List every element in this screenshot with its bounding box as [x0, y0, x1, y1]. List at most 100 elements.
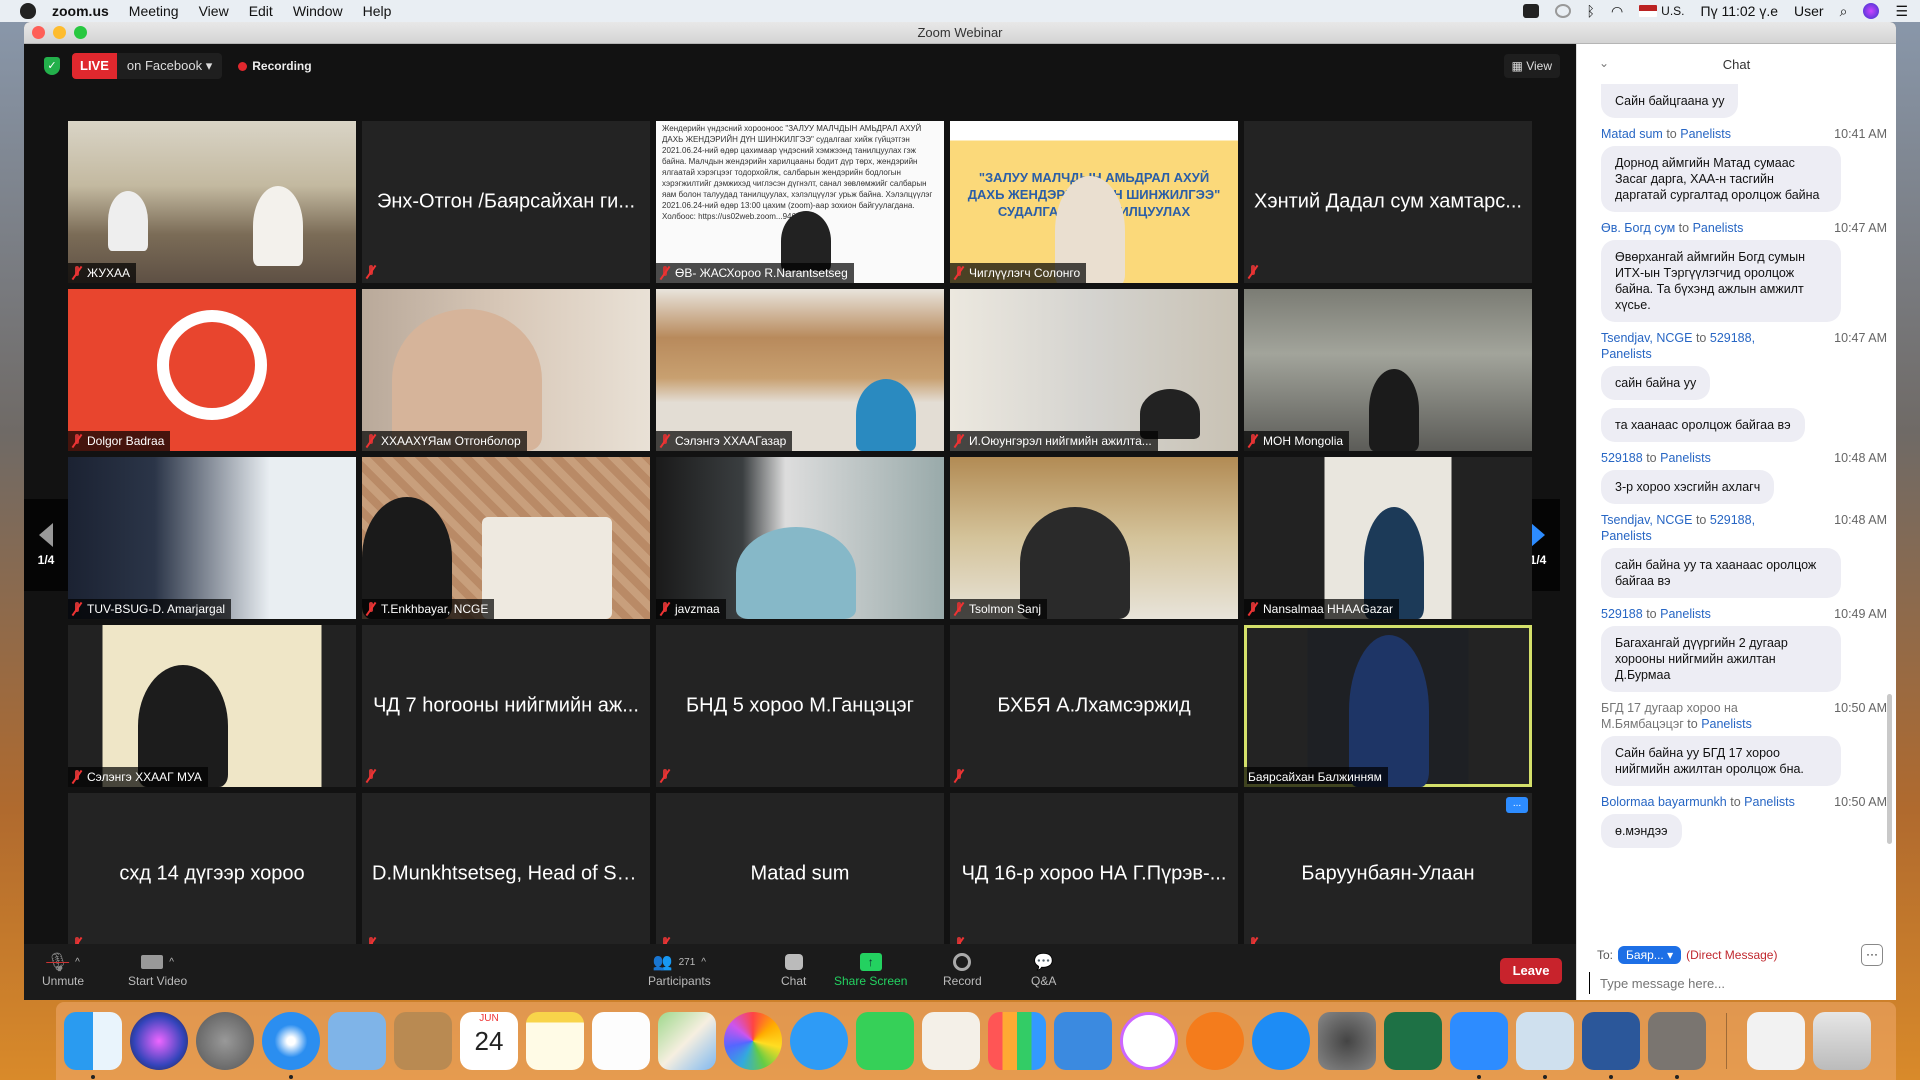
participant-tile[interactable]: javzmaa [656, 457, 944, 619]
participant-tile[interactable]: Сэлэнгэ ХХААГазар [656, 289, 944, 451]
qa-icon: 💬 [1033, 954, 1054, 971]
chat-label: Chat [781, 974, 807, 988]
wifi-icon[interactable]: ◠ [1611, 3, 1623, 20]
siri-icon[interactable] [130, 1012, 188, 1070]
excel-icon[interactable] [1384, 1012, 1442, 1070]
participants-options-caret[interactable]: ^ [701, 957, 706, 968]
participant-tile[interactable]: БНД 5 хороо М.Ганцэцэг [656, 625, 944, 787]
share-screen-button[interactable]: ↑ Share Screen [834, 950, 907, 988]
participant-tile[interactable]: ЧД 7 horooны нийгмийн аж... [362, 625, 650, 787]
participant-tile[interactable]: Matad sum [656, 793, 944, 955]
notes-icon[interactable] [526, 1012, 584, 1070]
user-menu[interactable]: User [1794, 3, 1824, 19]
zoom-tray-icon[interactable] [1522, 4, 1539, 18]
participant-tile[interactable]: Nansalmaa HHAAGazar [1244, 457, 1532, 619]
clock[interactable]: Пү 11:02 ү.е [1701, 3, 1779, 19]
creative-cloud-icon[interactable] [1554, 4, 1571, 18]
participant-tile[interactable]: Dolgor Badraa [68, 289, 356, 451]
chat-button[interactable]: Chat [781, 950, 806, 988]
zoom-icon[interactable] [1450, 1012, 1508, 1079]
participant-tile[interactable]: Tsolmon Sanj [950, 457, 1238, 619]
participant-tile[interactable]: T.Enkhbayar, NCGE [362, 457, 650, 619]
trash-icon[interactable] [1813, 1012, 1871, 1070]
chat-scrollbar[interactable] [1887, 694, 1892, 844]
calendar-icon[interactable]: JUN 24 [460, 1012, 518, 1070]
audio-options-caret[interactable]: ^ [75, 957, 80, 968]
messages-icon[interactable] [790, 1012, 848, 1070]
calculator-icon[interactable] [1648, 1012, 1706, 1079]
keynote-icon[interactable] [1054, 1012, 1112, 1070]
message-bubble: Багахангай дүүргийн 2 дугаар хорооны ний… [1601, 626, 1841, 692]
menu-app-name[interactable]: zoom.us [52, 3, 109, 19]
record-button[interactable]: Record [943, 950, 982, 988]
participant-tile[interactable]: Жендерийн үндэсний хорооноос "ЗАЛУУ МАЛЧ… [656, 121, 944, 283]
leave-button[interactable]: Leave [1500, 958, 1562, 984]
dock-separator [1726, 1013, 1727, 1069]
participant-tile[interactable]: И.Оюунгэрэл нийгмийн ажилта... [950, 289, 1238, 451]
numbers-icon[interactable] [988, 1012, 1046, 1070]
participant-tile[interactable]: Энх-Отгон /Баярсайхан ги... [362, 121, 650, 283]
chat-message-input[interactable] [1589, 972, 1879, 994]
bluetooth-icon[interactable]: ᛒ [1587, 3, 1595, 19]
participant-tile[interactable]: D.Munkhtsetseg, Head of So... [362, 793, 650, 955]
itunes-icon[interactable] [1120, 1012, 1178, 1070]
unmute-button[interactable]: 🎙 ^ Unmute [42, 950, 84, 989]
video-options-caret[interactable]: ^ [169, 957, 174, 968]
muted-mic-icon [954, 602, 964, 616]
menu-view[interactable]: View [199, 3, 229, 19]
participant-tile[interactable]: ЖУХАА [68, 121, 356, 283]
mail-icon[interactable] [328, 1012, 386, 1070]
chat-more-button[interactable]: ··· [1861, 944, 1883, 966]
finder-icon[interactable] [64, 1012, 122, 1079]
spotlight-search-icon[interactable]: ⌕ [1840, 3, 1848, 20]
contacts-icon[interactable] [394, 1012, 452, 1070]
zoom-window: Zoom Webinar ✓ LIVE on Facebook ▾ Record… [24, 22, 1896, 1000]
participant-tile[interactable]: МОН Mongolia [1244, 289, 1532, 451]
system-preferences-icon[interactable] [1318, 1012, 1376, 1070]
word-icon[interactable] [1582, 1012, 1640, 1079]
start-video-button[interactable]: ^ Start Video [128, 950, 187, 988]
recipient-dropdown[interactable]: Баяр... ▾ [1618, 946, 1682, 964]
previous-page-button[interactable]: 1/4 [24, 499, 68, 591]
chat-bubble-icon [784, 954, 803, 970]
menu-edit[interactable]: Edit [249, 3, 273, 19]
participant-tile[interactable]: ХХААХҮЯам Отгонболор [362, 289, 650, 451]
notification-center-icon[interactable]: ☰ [1895, 3, 1908, 20]
photos-icon[interactable] [724, 1012, 782, 1070]
participant-tile[interactable]: TUV-BSUG-D. Amarjargal [68, 457, 356, 619]
app-store-icon[interactable] [1252, 1012, 1310, 1070]
maps-icon[interactable] [658, 1012, 716, 1070]
participant-tile[interactable]: БХБЯ А.Лхамсэржид [950, 625, 1238, 787]
view-button[interactable]: ▦ View [1503, 54, 1560, 78]
participant-tile[interactable]: Хэнтий Дадал сум хамтарс... [1244, 121, 1532, 283]
facetime-icon[interactable] [856, 1012, 914, 1070]
more-options-button[interactable]: ... [1506, 797, 1528, 813]
menu-help[interactable]: Help [363, 3, 392, 19]
preview-icon[interactable] [1516, 1012, 1574, 1079]
participants-button[interactable]: 👥 271 ^ Participants [648, 950, 711, 988]
participant-name-label: Tsolmon Sanj [950, 599, 1048, 619]
reminders-icon[interactable] [592, 1012, 650, 1070]
participant-tile[interactable]: схд 14 дүгээр хороо [68, 793, 356, 955]
live-stream-dropdown[interactable]: LIVE on Facebook ▾ [72, 53, 223, 79]
safari-icon[interactable] [262, 1012, 320, 1079]
menu-window[interactable]: Window [293, 3, 343, 19]
siri-icon[interactable] [1863, 3, 1880, 19]
message-bubble: сайн байна уу [1601, 366, 1711, 400]
downloads-stack-icon[interactable] [1747, 1012, 1805, 1070]
participant-tile[interactable]: ЧД 16-р хороо НА Г.Пүрэв-... [950, 793, 1238, 955]
books-icon[interactable] [1186, 1012, 1244, 1070]
input-source[interactable]: U.S. [1639, 4, 1685, 18]
participant-tile[interactable]: "ЗАЛУУ МАЛЧДЫН АМЬДРАЛ АХУЙ ДАХЬ ЖЕНДЭРИ… [950, 121, 1238, 283]
menu-meeting[interactable]: Meeting [129, 3, 179, 19]
launchpad-icon[interactable] [196, 1012, 254, 1070]
chat-message-list[interactable]: Сайн байцгаана уу Matad sum to Panelists… [1577, 84, 1896, 936]
security-shield-icon[interactable]: ✓ [44, 57, 60, 75]
participant-tile[interactable]: ... Баруунбаян-Улаан [1244, 793, 1532, 955]
qa-button[interactable]: 💬 Q&A [1031, 950, 1056, 988]
participant-tile[interactable]: Сэлэнгэ ХХААГ МУА [68, 625, 356, 787]
pages-icon[interactable] [922, 1012, 980, 1070]
collapse-chevron-icon[interactable]: ⌄ [1599, 56, 1609, 70]
apple-icon[interactable] [20, 3, 36, 19]
active-speaker-tile[interactable]: Баярсайхан Балжинням [1244, 625, 1532, 787]
